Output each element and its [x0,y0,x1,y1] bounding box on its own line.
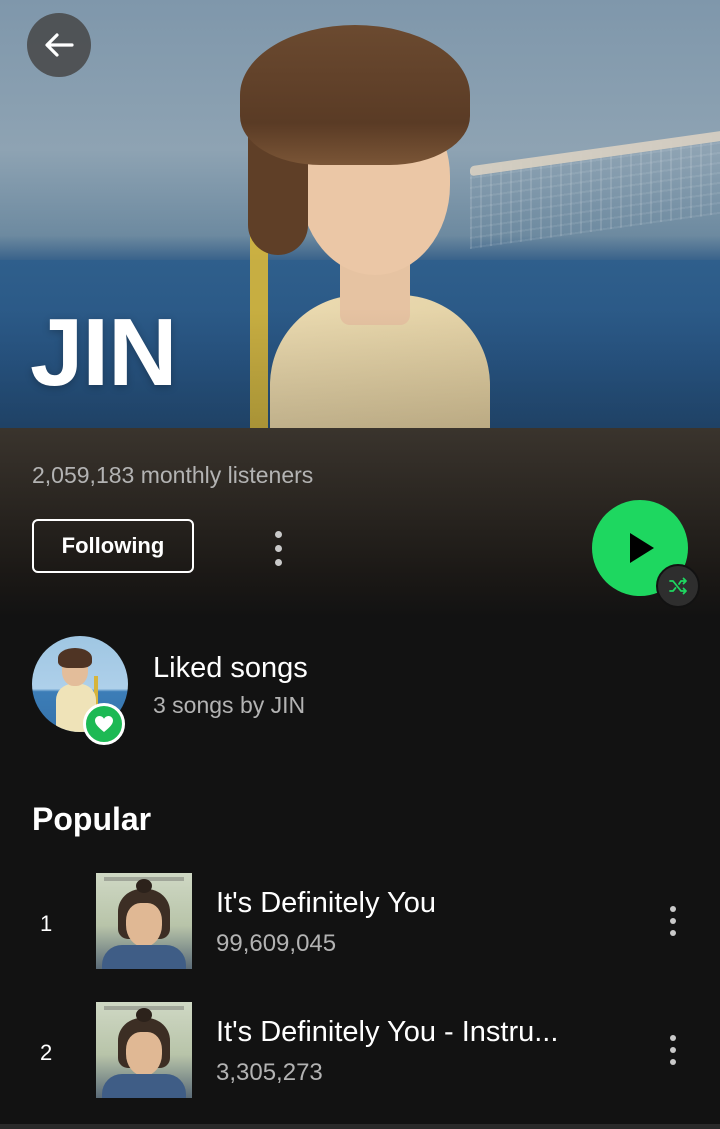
shuffle-icon [669,577,687,595]
track-title: It's Definitely You - Instru... [216,1016,559,1048]
track-row[interactable]: 1 It's Definitely You 99,609,045 [0,873,720,973]
shuffle-button[interactable] [656,564,700,608]
track-rank: 1 [40,911,53,936]
heart-icon [83,703,125,745]
track-play-count: 3,305,273 [216,1059,323,1086]
monthly-listeners: 2,059,183 monthly listeners [32,462,314,488]
more-options-icon[interactable] [658,899,688,943]
bottom-divider [0,1124,720,1129]
artist-name: JIN [30,299,177,406]
track-row[interactable]: 2 It's Definitely You - Instru... 3,305,… [0,1002,720,1102]
track-cover [96,1002,192,1098]
liked-songs-subtitle: 3 songs by JIN [153,692,306,718]
following-button[interactable]: Following [32,519,194,573]
liked-songs-title[interactable]: Liked songs [153,652,308,685]
track-cover [96,873,192,969]
popular-heading: Popular [32,801,152,837]
more-options-icon[interactable] [658,1028,688,1072]
track-title: It's Definitely You [216,887,436,919]
more-options-icon[interactable] [263,526,293,570]
track-play-count: 99,609,045 [216,930,337,957]
arrow-left-icon [45,33,74,57]
track-rank: 2 [40,1040,53,1065]
play-icon [630,533,654,563]
back-button[interactable] [27,13,91,77]
